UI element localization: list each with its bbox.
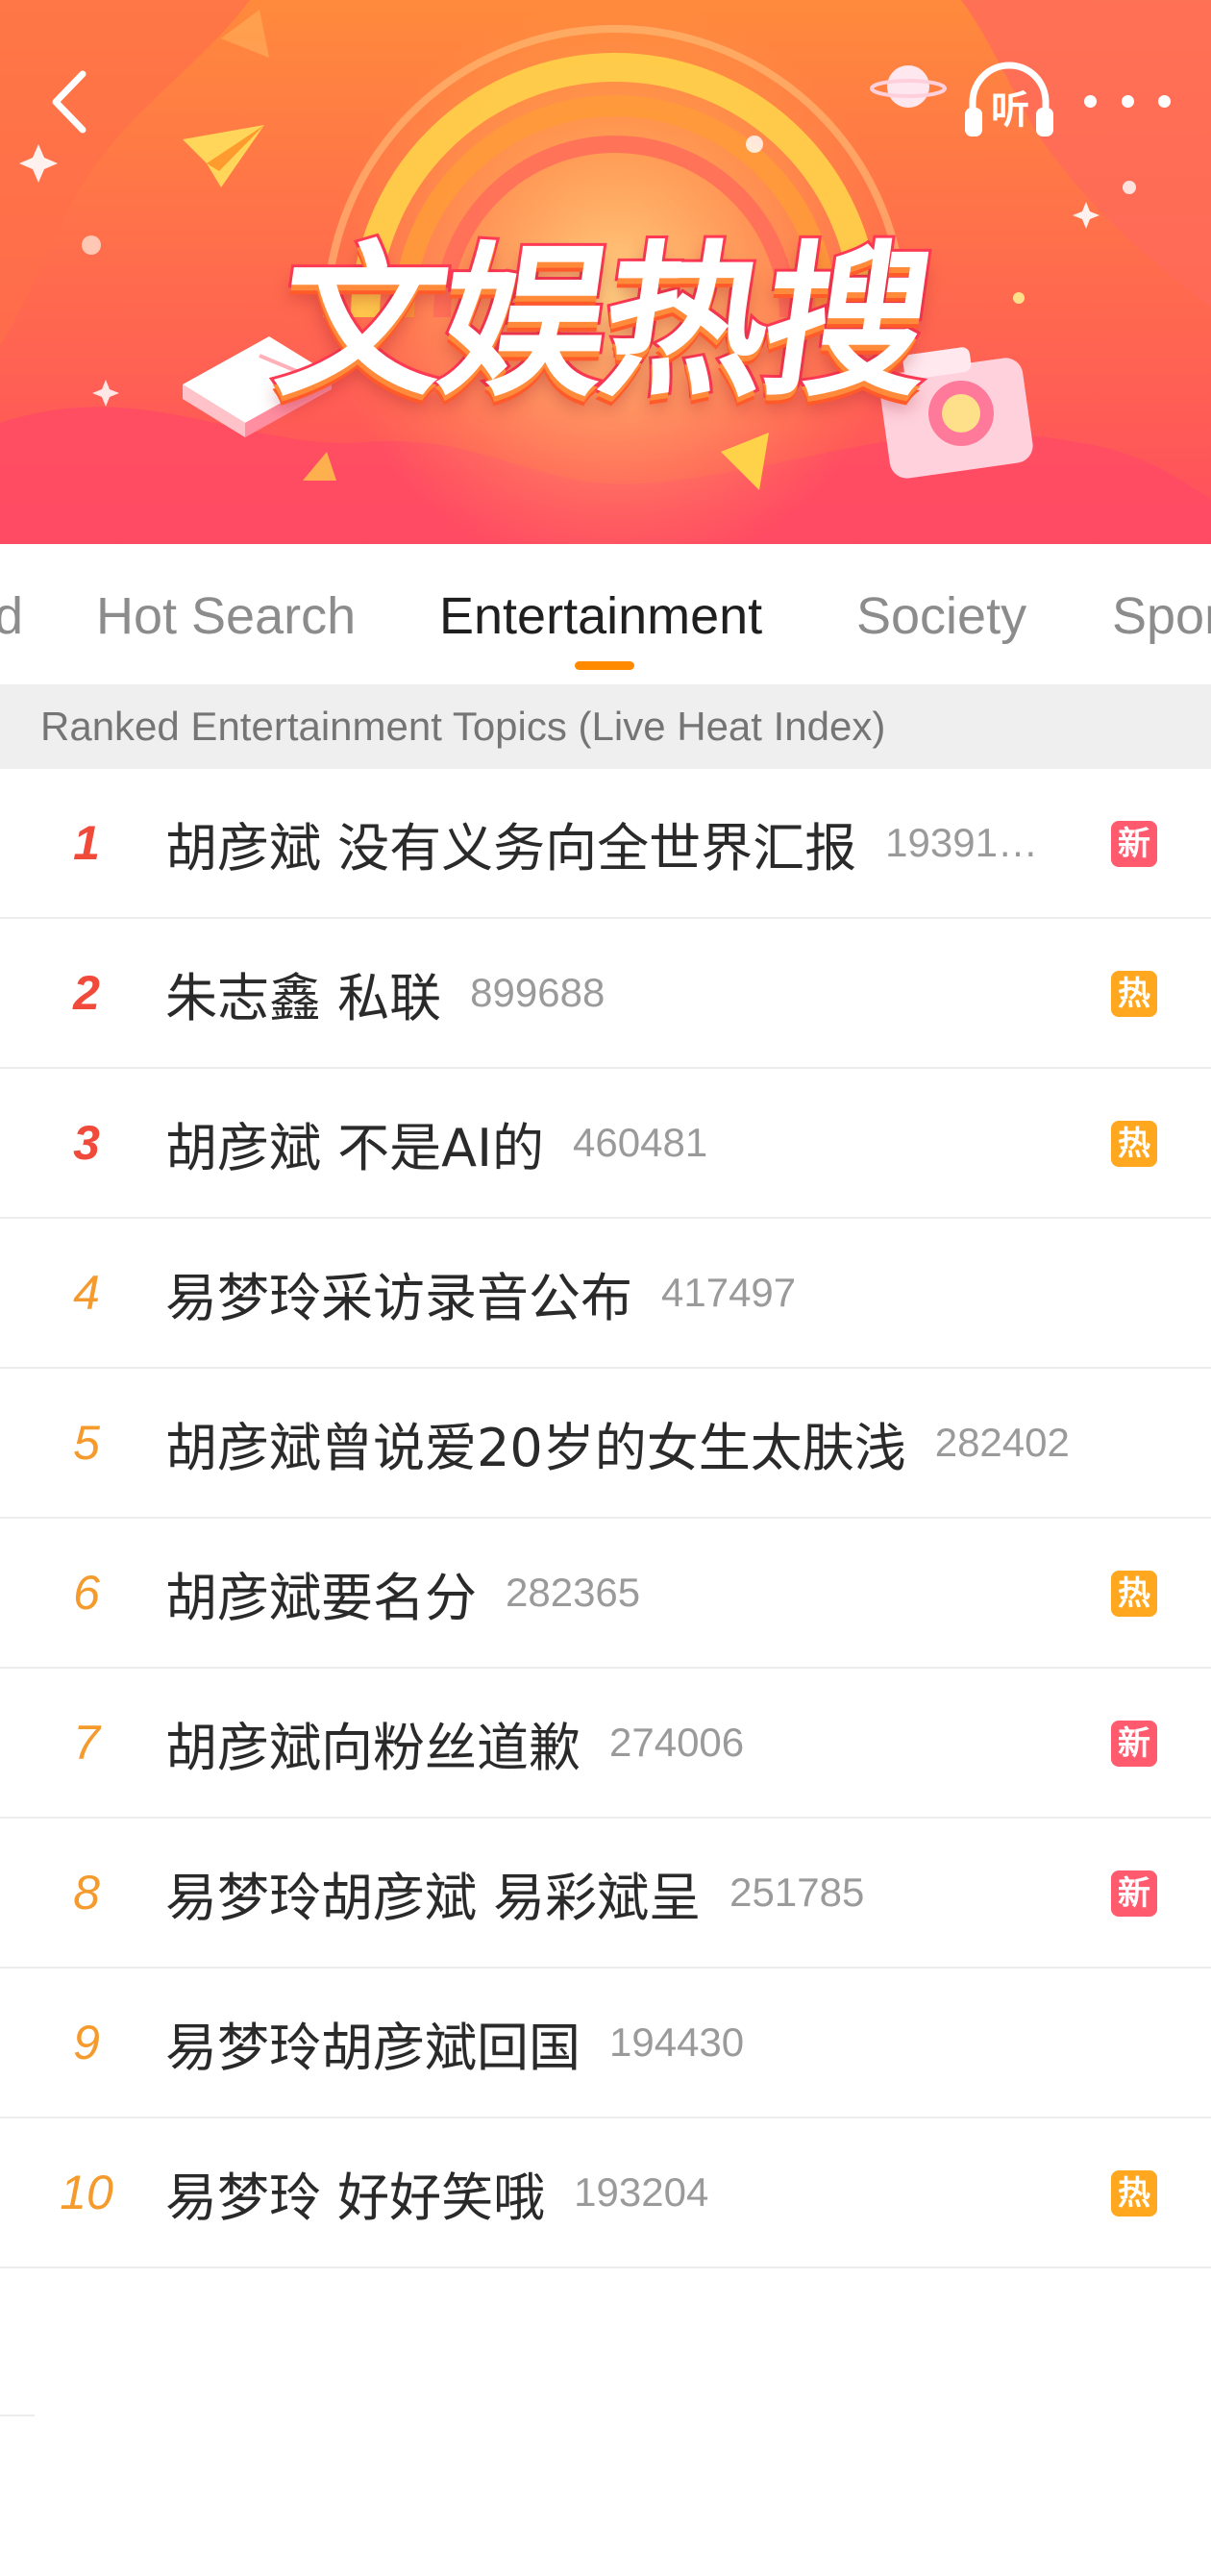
hot-badge: 热 (1111, 971, 1157, 1017)
more-dot (1121, 94, 1134, 108)
hot-badge: 热 (1111, 1571, 1157, 1617)
listen-label: 听 (991, 88, 1029, 133)
heat-index: 899688 (470, 970, 606, 1015)
tab-society[interactable]: Society (856, 586, 1026, 646)
topic-title: 易梦玲 好好笑哦 (165, 2167, 546, 2228)
hot-badge: 热 (1111, 2170, 1157, 2217)
category-tabs: d Hot Search Entertainment Society Spor (0, 544, 1211, 684)
topic-title: 朱志鑫 私联 (165, 967, 442, 1028)
list-item[interactable]: 6 胡彦斌要名分 282365 热 (0, 1519, 1211, 1669)
list-item[interactable]: 9 易梦玲胡彦斌回国 194430 (0, 1969, 1211, 2118)
active-tab-indicator (575, 661, 634, 670)
tab-hot-search[interactable]: Hot Search (96, 586, 356, 646)
topic-title: 易梦玲胡彦斌 易彩斌呈 (165, 1867, 702, 1928)
rank-number: 9 (73, 2016, 100, 2069)
hot-badge: 热 (1111, 1121, 1157, 1167)
new-badge: 新 (1111, 1870, 1157, 1917)
trending-list: 1 胡彦斌 没有义务向全世界汇报 19391… 新 2 朱志鑫 私联 89968… (0, 769, 1211, 2268)
list-item[interactable]: 5 胡彦斌曾说爱20岁的女生太肤浅 282402 (0, 1369, 1211, 1519)
topic-title: 胡彦斌 没有义务向全世界汇报 (165, 817, 857, 879)
chevron-left-icon (52, 70, 86, 134)
heat-index: 19391… (885, 820, 1038, 865)
more-dot (1158, 94, 1171, 108)
heat-index: 282402 (934, 1420, 1070, 1465)
heat-index: 417497 (661, 1270, 797, 1315)
list-item[interactable]: 2 朱志鑫 私联 899688 热 (0, 919, 1211, 1069)
more-button[interactable] (1084, 77, 1171, 125)
list-item[interactable]: 1 胡彦斌 没有义务向全世界汇报 19391… 新 (0, 769, 1211, 919)
list-item[interactable]: 4 易梦玲采访录音公布 417497 (0, 1219, 1211, 1369)
list-item[interactable]: 8 易梦玲胡彦斌 易彩斌呈 251785 新 (0, 1819, 1211, 1969)
topic-title: 胡彦斌曾说爱20岁的女生太肤浅 (165, 1417, 906, 1478)
rank-number: 5 (73, 1416, 100, 1470)
rank-number: 1 (73, 816, 100, 870)
topic-title: 胡彦斌要名分 (165, 1567, 477, 1628)
tab-partial-left[interactable]: d (0, 586, 23, 646)
heat-index: 282365 (506, 1570, 641, 1615)
new-badge: 新 (1111, 1721, 1157, 1767)
new-badge: 新 (1111, 821, 1157, 867)
listen-button[interactable]: 听 (961, 58, 1057, 144)
hero-banner: 文娱热搜 听 (0, 0, 1211, 544)
rank-number: 10 (60, 2166, 113, 2219)
section-header: Ranked Entertainment Topics (Live Heat I… (0, 684, 1211, 769)
rank-number: 3 (73, 1116, 100, 1170)
tab-sports[interactable]: Spor (1112, 586, 1211, 646)
rank-number: 7 (73, 1716, 100, 1770)
topic-title: 胡彦斌 不是AI的 (165, 1117, 545, 1178)
divider (0, 2415, 35, 2416)
tab-entertainment[interactable]: Entertainment (439, 586, 762, 646)
rank-number: 8 (73, 1866, 100, 1920)
heat-index: 251785 (729, 1870, 865, 1915)
page-title: 文娱热搜 (264, 223, 943, 422)
list-item[interactable]: 3 胡彦斌 不是AI的 460481 热 (0, 1069, 1211, 1219)
heat-index: 194430 (609, 2019, 745, 2065)
rank-number: 2 (73, 966, 100, 1020)
list-item[interactable]: 10 易梦玲 好好笑哦 193204 热 (0, 2118, 1211, 2268)
topic-title: 易梦玲胡彦斌回国 (165, 2017, 581, 2078)
rank-number: 4 (73, 1266, 100, 1320)
heat-index: 193204 (574, 2169, 709, 2215)
topic-title: 易梦玲采访录音公布 (165, 1267, 632, 1328)
more-dot (1084, 94, 1097, 108)
list-item[interactable]: 7 胡彦斌向粉丝道歉 274006 新 (0, 1669, 1211, 1819)
heat-index: 460481 (573, 1120, 708, 1165)
rank-number: 6 (73, 1566, 100, 1620)
back-button[interactable] (40, 63, 98, 140)
heat-index: 274006 (609, 1720, 745, 1765)
topic-title: 胡彦斌向粉丝道歉 (165, 1717, 581, 1778)
